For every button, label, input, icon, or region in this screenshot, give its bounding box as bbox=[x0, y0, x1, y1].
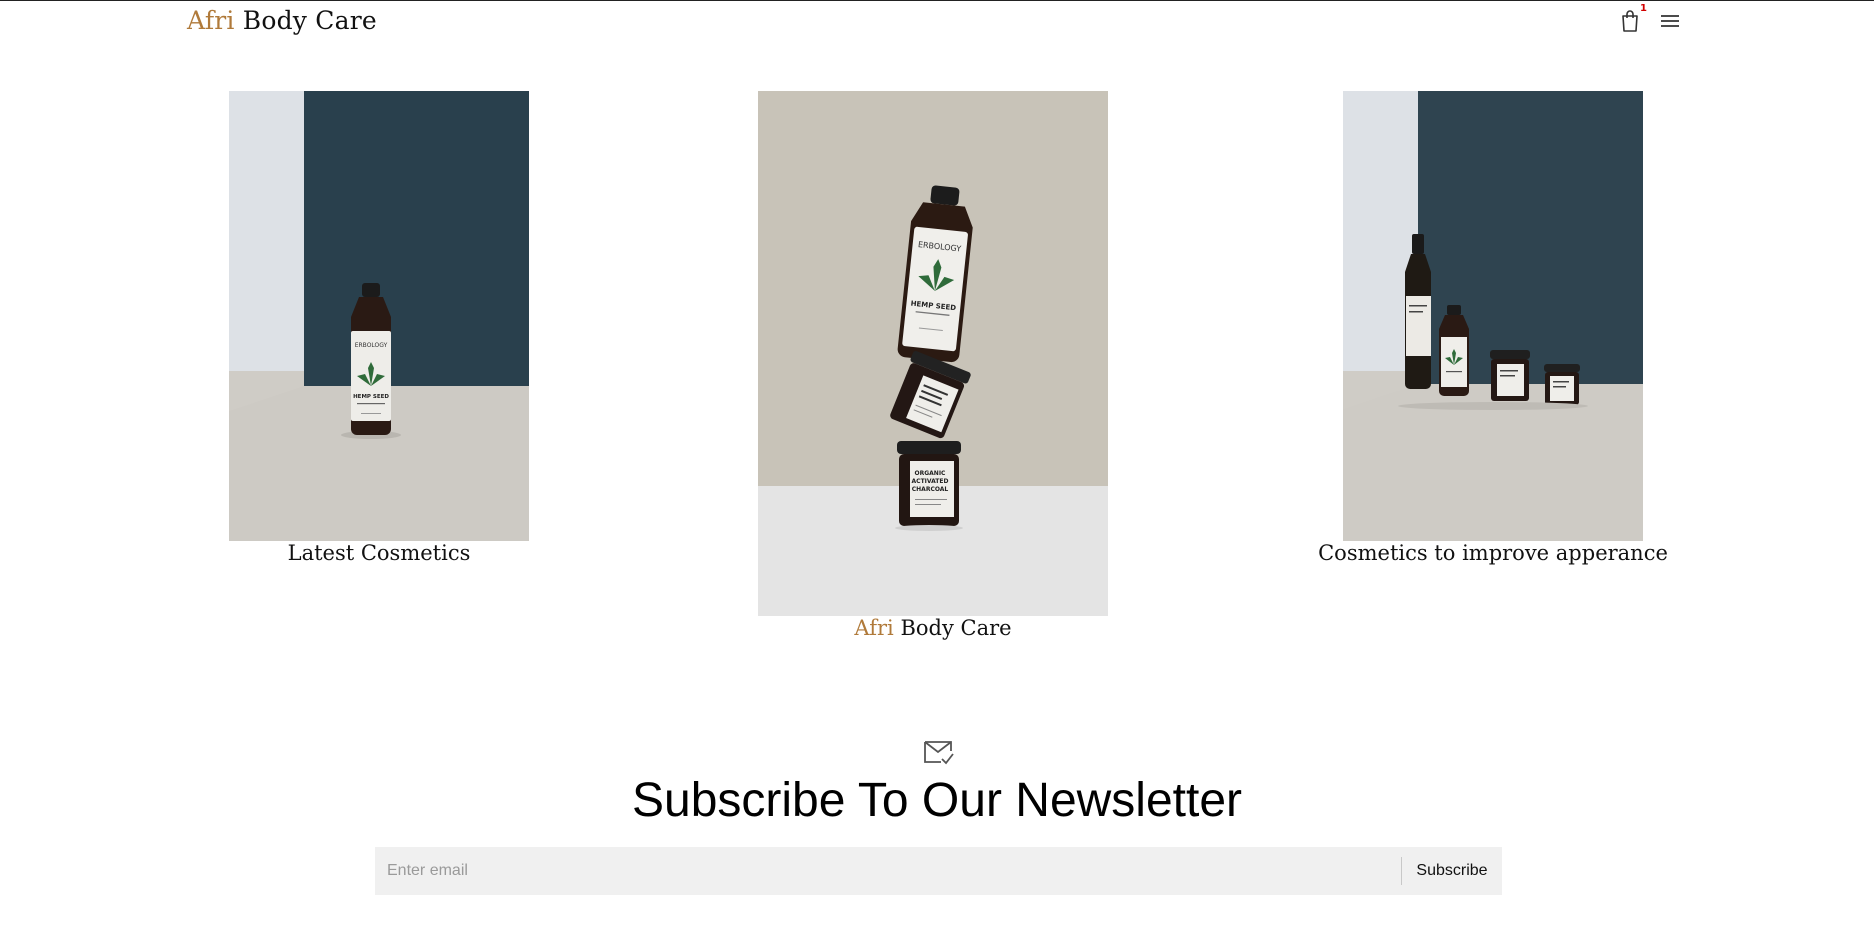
shopping-bag-icon[interactable] bbox=[1618, 8, 1642, 34]
email-field[interactable] bbox=[375, 847, 1400, 895]
site-logo[interactable]: Afri Body Care bbox=[187, 6, 377, 35]
product-card-latest-cosmetics[interactable]: ERBOLOGY HEMP SEED Latest Cosmetics bbox=[229, 91, 529, 565]
caption-rest-text: Body Care bbox=[900, 616, 1012, 640]
product-caption[interactable]: Cosmetics to improve apperance bbox=[1283, 541, 1703, 565]
subscribe-button[interactable]: Subscribe bbox=[1402, 847, 1502, 895]
newsletter-form: Subscribe bbox=[375, 847, 1502, 895]
bottle-brand-label: ERBOLOGY bbox=[355, 342, 388, 349]
product-image-stacked-products[interactable]: ERBOLOGY HEMP SEED ORGANIC ACTIVATED CHA… bbox=[758, 91, 1108, 616]
svg-text:ORGANIC: ORGANIC bbox=[915, 470, 947, 477]
product-caption[interactable]: Latest Cosmetics bbox=[169, 541, 589, 565]
mail-check-icon bbox=[922, 737, 954, 767]
svg-text:ACTIVATED: ACTIVATED bbox=[912, 478, 949, 485]
caption-accent-text: Afri bbox=[854, 616, 894, 640]
cart-count-badge: 1 bbox=[1640, 3, 1647, 14]
svg-text:CHARCOAL: CHARCOAL bbox=[912, 486, 949, 493]
site-header: Afri Body Care 1 bbox=[0, 0, 1874, 44]
product-card-afri-body-care[interactable]: ERBOLOGY HEMP SEED ORGANIC ACTIVATED CHA… bbox=[758, 91, 1108, 640]
product-image-hemp-seed[interactable]: ERBOLOGY HEMP SEED bbox=[229, 91, 529, 541]
hamburger-menu-icon[interactable] bbox=[1659, 11, 1681, 31]
logo-rest-text: Body Care bbox=[242, 6, 377, 35]
product-caption[interactable]: Afri Body Care bbox=[698, 616, 1168, 640]
product-card-improve-appearance[interactable]: Cosmetics to improve apperance bbox=[1318, 91, 1668, 565]
newsletter-title: Subscribe To Our Newsletter bbox=[631, 774, 1243, 827]
bottle-product-label: HEMP SEED bbox=[353, 394, 389, 400]
product-image-product-line[interactable] bbox=[1343, 91, 1643, 541]
logo-accent-text: Afri bbox=[187, 6, 235, 35]
